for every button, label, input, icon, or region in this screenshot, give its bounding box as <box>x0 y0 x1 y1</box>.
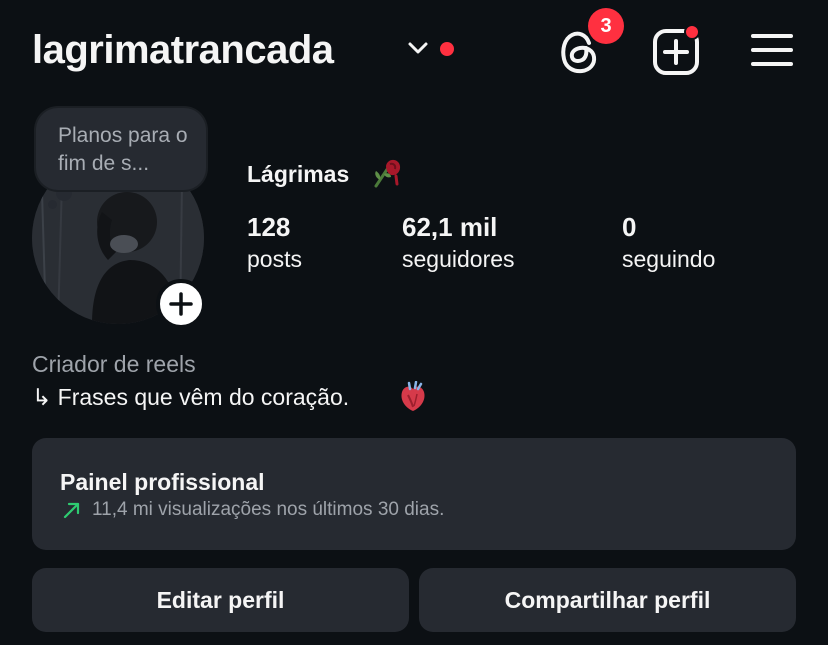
share-profile-button[interactable]: Compartilhar perfil <box>419 568 796 632</box>
stat-posts-value: 128 <box>247 212 291 242</box>
stat-following-label: seguindo <box>622 246 716 272</box>
dashboard-subtitle: 11,4 mi visualizações nos últimos 30 dia… <box>92 499 445 520</box>
stat-posts[interactable]: 128 posts <box>247 212 302 276</box>
stat-followers[interactable]: 62,1 mil seguidores <box>402 212 515 276</box>
chevron-down-icon[interactable] <box>407 40 429 56</box>
professional-dashboard-card[interactable]: Painel profissional 11,4 mi visualizaçõe… <box>32 438 796 550</box>
profile-bio: ↳ Frases que vêm do coração. <box>32 384 350 410</box>
notification-dot <box>440 42 454 56</box>
anatomical-heart-emoji <box>401 381 425 411</box>
profile-screen: lagrimatrancada 3 Planos para o fim de s… <box>0 0 828 645</box>
username-title[interactable]: lagrimatrancada <box>32 26 334 74</box>
stat-posts-label: posts <box>247 246 302 272</box>
note-bubble-tail <box>48 200 57 209</box>
edit-profile-button[interactable]: Editar perfil <box>32 568 409 632</box>
threads-badge: 3 <box>588 8 624 44</box>
stat-followers-value: 62,1 mil <box>402 212 498 242</box>
display-name: Lágrimas <box>247 161 350 187</box>
stat-followers-label: seguidores <box>402 246 515 272</box>
hamburger-menu-icon[interactable] <box>751 32 793 68</box>
create-notification-dot <box>684 24 700 40</box>
stat-following-value: 0 <box>622 212 637 242</box>
stat-following[interactable]: 0 seguindo <box>622 212 715 276</box>
trend-up-arrow-icon <box>63 502 80 519</box>
dashboard-title: Painel profissional <box>60 469 265 495</box>
add-story-button[interactable] <box>156 279 206 329</box>
profile-note[interactable]: Planos para o fim de s... <box>36 108 206 190</box>
wilted-rose-emoji <box>374 159 401 188</box>
profile-category: Criador de reels <box>32 351 196 377</box>
plus-icon <box>169 292 193 316</box>
